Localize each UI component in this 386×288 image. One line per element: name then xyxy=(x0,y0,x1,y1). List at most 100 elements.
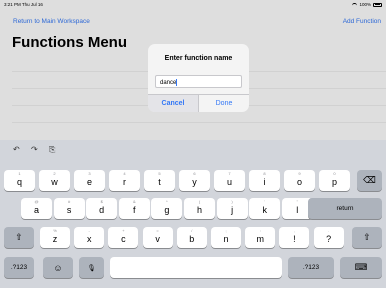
paste-icon[interactable]: ⎘ xyxy=(49,145,55,155)
key-label: o xyxy=(296,177,302,187)
key-alt-label: 0 xyxy=(333,171,336,176)
key-alt-label: 2 xyxy=(53,171,56,176)
key-label: u xyxy=(226,177,232,187)
key-m[interactable]: :m xyxy=(245,227,276,248)
microphone-icon: 🎙 xyxy=(87,264,96,272)
undo-icon[interactable]: ↶ xyxy=(13,145,20,154)
key-h[interactable]: (h xyxy=(184,198,215,219)
dialog-buttons: Cancel Done xyxy=(148,94,249,112)
key-d[interactable]: $ d xyxy=(86,198,118,219)
key-label: f xyxy=(133,205,136,215)
key-label: q xyxy=(16,177,22,187)
key-alt-label: ; xyxy=(225,228,227,233)
key-y[interactable]: 6y xyxy=(179,170,210,191)
key-alt-label: : xyxy=(259,228,261,233)
key-alt-label: 8 xyxy=(263,171,266,176)
key-alt-label: ) xyxy=(231,199,233,204)
key-b[interactable]: / b xyxy=(176,227,207,248)
key-c[interactable]: + c xyxy=(108,227,139,248)
key-alt-label: 5 xyxy=(158,171,161,176)
key-alt-label: ( xyxy=(198,199,201,204)
key-r[interactable]: 4r xyxy=(109,170,140,191)
cancel-button[interactable]: Cancel xyxy=(148,95,199,112)
key-i[interactable]: 8i xyxy=(249,170,280,191)
key-alt-label: 9 xyxy=(298,171,301,176)
key-label: v xyxy=(155,234,160,244)
key-n[interactable]: ; n xyxy=(211,227,241,248)
key-s[interactable]: # s xyxy=(53,198,85,219)
return-key[interactable]: return xyxy=(308,198,382,219)
return-key-label: return xyxy=(336,205,354,212)
key-alt-label: % xyxy=(53,228,57,233)
key-label: e xyxy=(86,177,92,187)
shift-icon: ⇧ xyxy=(15,232,23,242)
key-alt-label: 7 xyxy=(228,171,231,176)
key-alt-label: , xyxy=(293,228,295,233)
key-f[interactable]: & f xyxy=(118,198,150,219)
key-z[interactable]: % z xyxy=(40,227,70,248)
key-label: i xyxy=(263,177,266,187)
key-label: y xyxy=(192,177,197,187)
key-exclamation[interactable]: ,! xyxy=(279,227,310,248)
delete-icon: ⌫ xyxy=(363,175,376,185)
shift-key-left[interactable]: ⇧ xyxy=(4,227,34,248)
key-label: j xyxy=(231,205,234,215)
key-q[interactable]: 1q xyxy=(4,170,35,191)
keyboard-toolbar: ↶ ↷ ⎘ xyxy=(0,140,386,160)
key-w[interactable]: 2w xyxy=(39,170,70,191)
key-a[interactable]: @ a xyxy=(21,198,52,219)
key-label: g xyxy=(164,205,170,215)
key-v[interactable]: = v xyxy=(142,227,173,248)
key-alt-label: & xyxy=(132,199,136,204)
key-j[interactable]: ) j xyxy=(216,198,248,219)
emoji-key[interactable]: ☺ xyxy=(43,257,73,278)
dialog-title: Enter function name xyxy=(164,55,233,62)
key-g[interactable]: * g xyxy=(151,198,183,219)
key-alt-label: $ xyxy=(100,199,103,204)
key-label: x xyxy=(86,234,92,244)
key-label: s xyxy=(66,205,72,215)
key-alt-label: 1 xyxy=(18,171,21,176)
key-k[interactable]: ' k xyxy=(249,198,281,219)
numbers-key-label: .?123 xyxy=(302,264,320,271)
key-alt-label: ' xyxy=(264,199,266,204)
redo-icon[interactable]: ↷ xyxy=(31,145,38,154)
delete-key[interactable]: ⌫ xyxy=(357,170,382,191)
key-o[interactable]: 9o xyxy=(284,170,315,191)
key-alt-label: / xyxy=(191,228,193,233)
key-question[interactable]: .? xyxy=(313,227,344,248)
key-t[interactable]: 5t xyxy=(144,170,175,191)
key-u[interactable]: 7u xyxy=(214,170,245,191)
key-x[interactable]: -x xyxy=(74,227,105,248)
key-label: c xyxy=(121,234,126,244)
key-alt-label: 4 xyxy=(123,171,126,176)
emoji-icon: ☺ xyxy=(53,262,63,273)
key-alt-label: @ xyxy=(34,199,39,204)
key-alt-label: + xyxy=(122,228,125,233)
key-label: n xyxy=(223,234,229,244)
key-label: a xyxy=(33,205,39,215)
shift-key-right[interactable]: ⇧ xyxy=(352,227,382,248)
key-label: z xyxy=(52,234,58,244)
key-e[interactable]: 3e xyxy=(74,170,105,191)
numbers-key-right[interactable]: .?123 xyxy=(288,257,334,278)
function-name-input[interactable]: dance xyxy=(155,75,242,88)
onscreen-keyboard: ↶ ↷ ⎘ 1q2w3e4r5t6y7u8i9o0p ⌫ @ a # s $ d & f * g(… xyxy=(0,140,386,288)
key-label: d xyxy=(99,205,105,215)
numbers-key-left[interactable]: .?123 xyxy=(4,257,34,278)
key-label: t xyxy=(158,177,161,187)
dictation-key[interactable]: 🎙 xyxy=(79,257,104,278)
space-bar[interactable] xyxy=(110,257,282,278)
dismiss-keyboard-key[interactable]: ⌨ xyxy=(340,257,382,278)
key-label: k xyxy=(262,205,267,215)
key-alt-label: = xyxy=(156,228,159,233)
key-alt-label: . xyxy=(328,228,330,233)
done-button[interactable]: Done xyxy=(199,95,249,112)
text-cursor xyxy=(176,79,178,86)
key-alt-label: - xyxy=(88,228,90,233)
key-label: m xyxy=(256,234,264,244)
key-label: l xyxy=(296,205,299,215)
shift-icon: ⇧ xyxy=(363,232,371,242)
key-label: b xyxy=(189,234,195,244)
key-p[interactable]: 0p xyxy=(319,170,350,191)
